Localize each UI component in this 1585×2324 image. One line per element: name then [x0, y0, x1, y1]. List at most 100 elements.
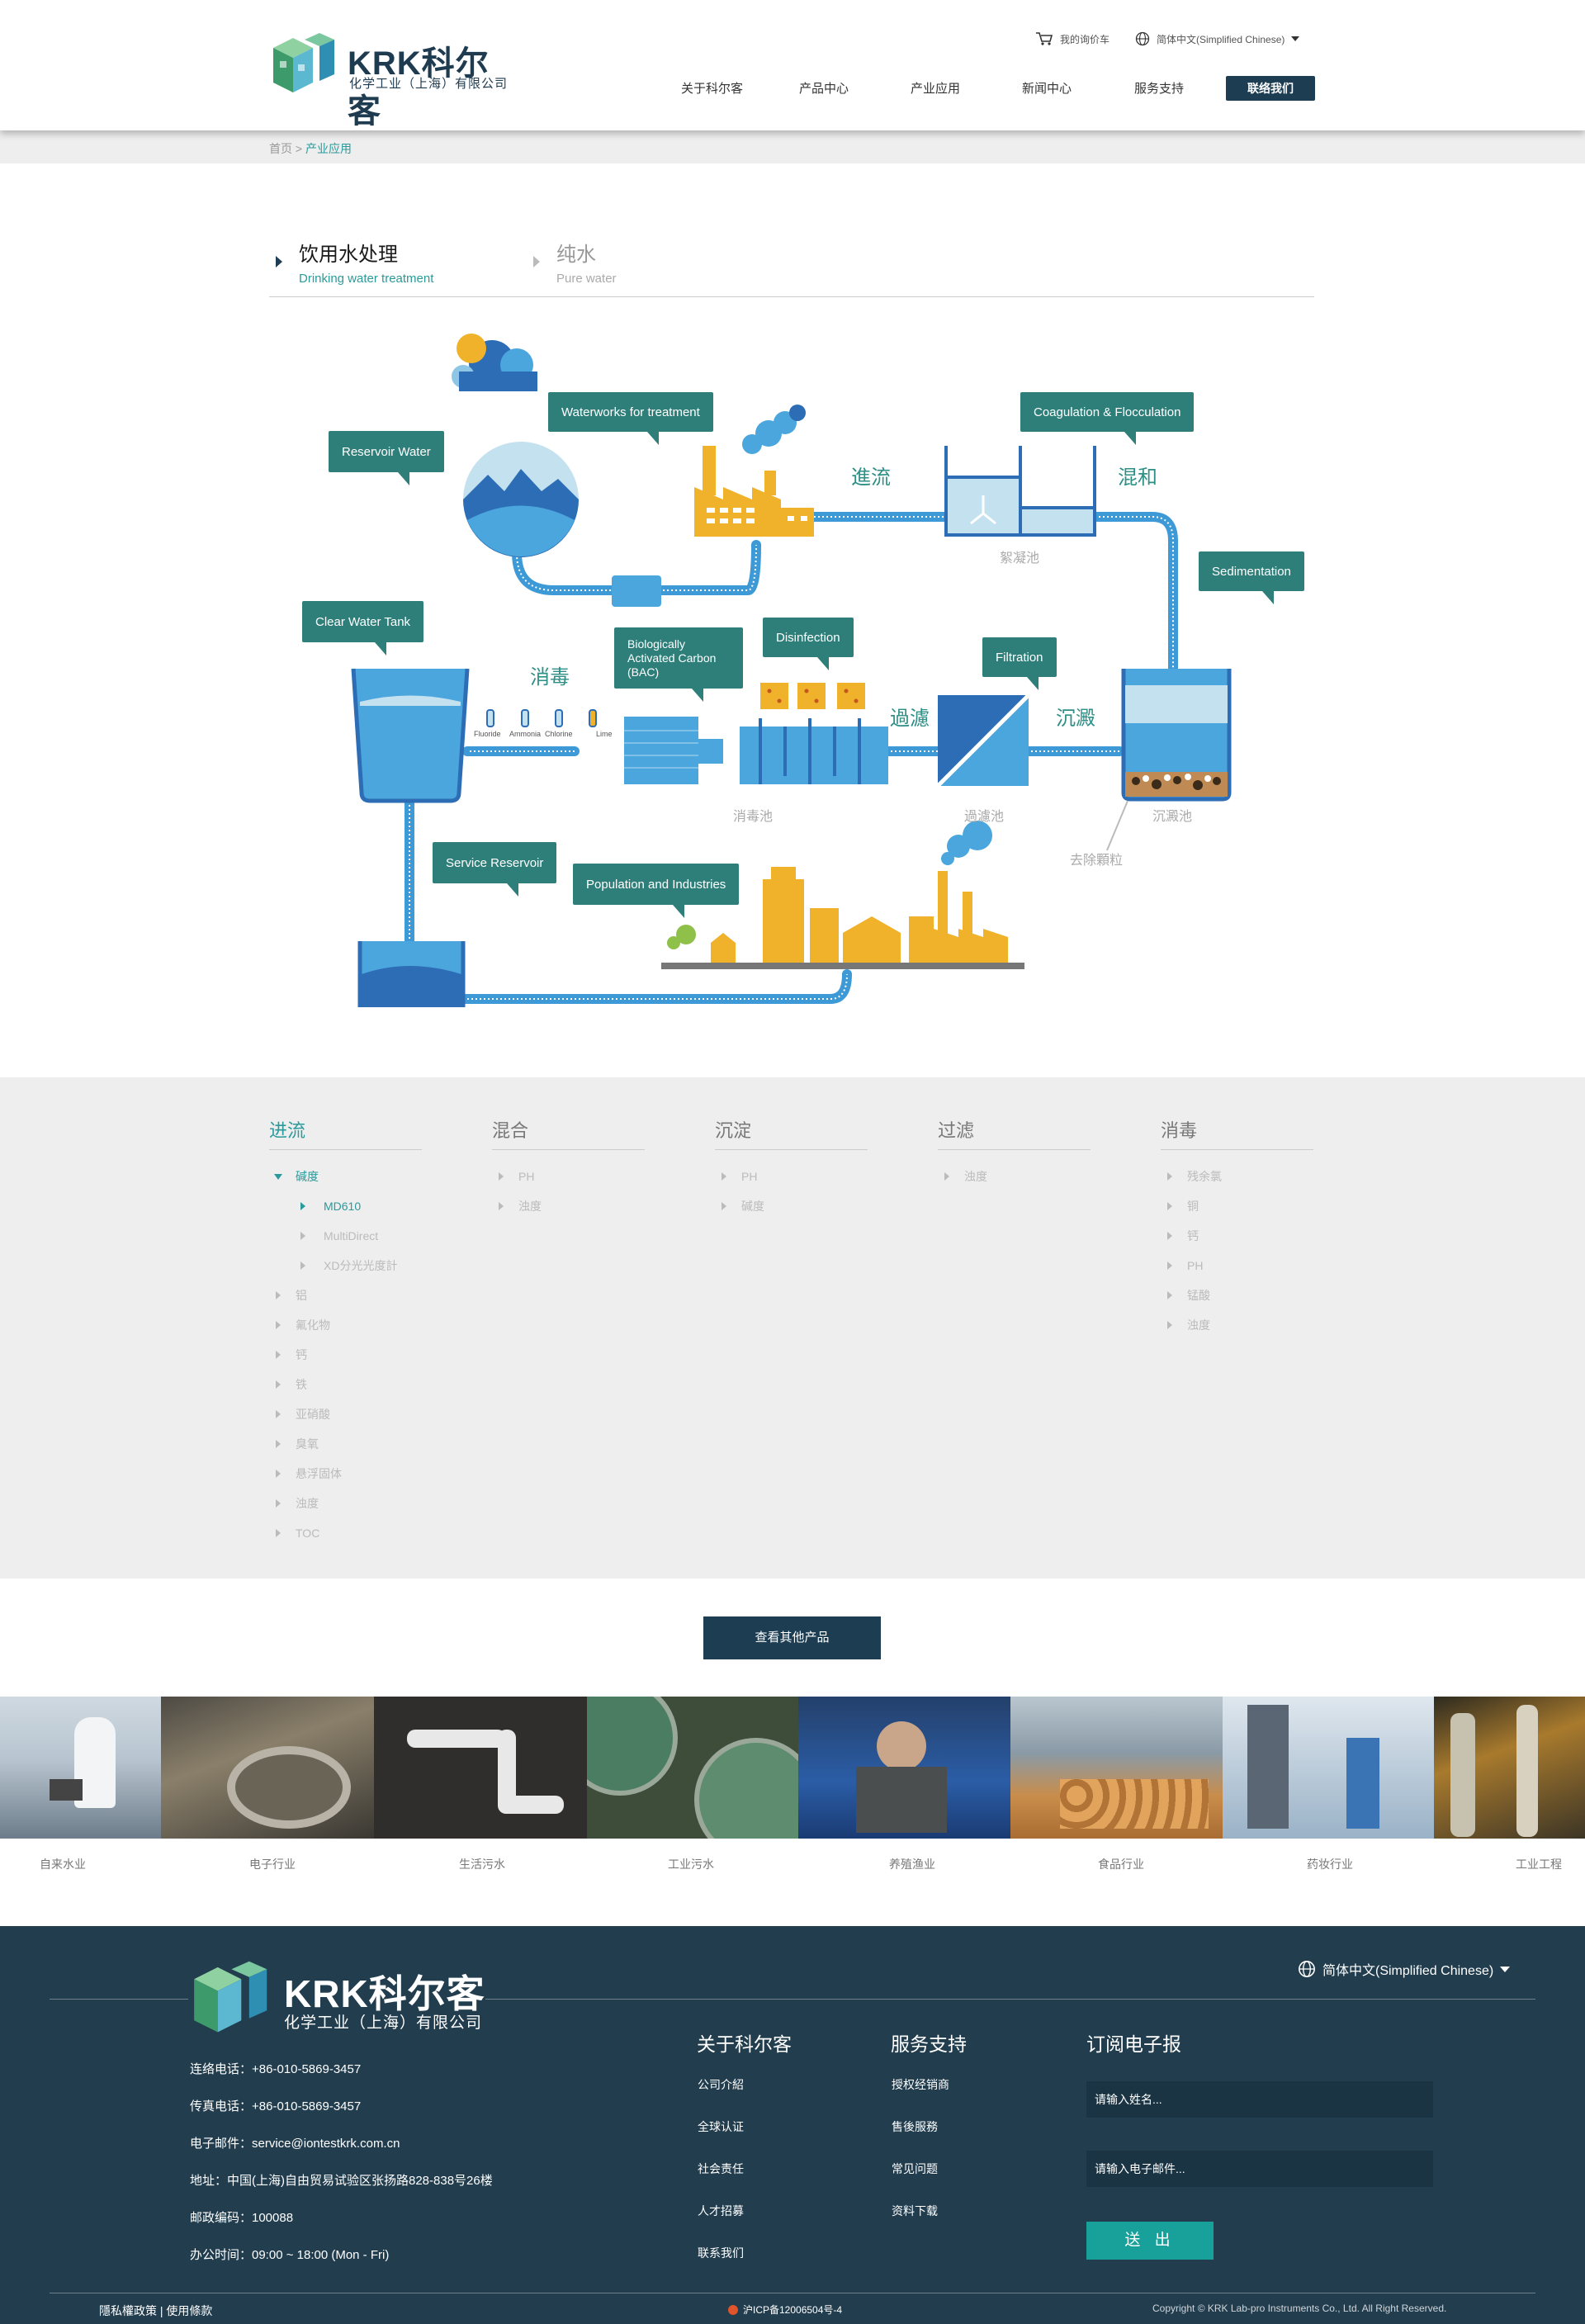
tree-column-heading[interactable]: 消毒 [1161, 1116, 1313, 1150]
pool-floc-label: 絮凝池 [1000, 551, 1040, 566]
nav-about[interactable]: 关于科尔客 [681, 79, 743, 97]
industry-label[interactable]: 工业工程 [1516, 1856, 1562, 1872]
footer-icp: 沪ICP备12006504号-4 [728, 2303, 842, 2317]
tree-item[interactable]: 浊度 [492, 1191, 645, 1221]
tree-item[interactable]: 碱度 [715, 1191, 868, 1221]
footer-address: 地址：中国(上海)自由贸易试验区张扬路828-838号26楼 [190, 2174, 493, 2188]
footer-link-faq[interactable]: 常见问题 [892, 2161, 938, 2177]
industry-label[interactable]: 养殖渔业 [889, 1856, 935, 1872]
newsletter-email-input[interactable] [1086, 2151, 1433, 2187]
view-more-products-button[interactable]: 查看其他产品 [703, 1616, 881, 1659]
tree-item[interactable]: 浊度 [1161, 1310, 1313, 1340]
industry-photo-water[interactable] [0, 1697, 161, 1839]
footer-link-downloads[interactable]: 资料下载 [892, 2203, 938, 2219]
footer-logo[interactable]: KRK科尔客 化学工业（上海）有限公司 [188, 1959, 485, 2042]
tree-item[interactable]: 氟化物 [269, 1310, 422, 1340]
tree-item[interactable]: 钙 [269, 1340, 422, 1370]
industry-photo-industrial-sewage[interactable] [587, 1697, 798, 1839]
industry-label[interactable]: 电子行业 [249, 1856, 296, 1872]
nav-applications[interactable]: 产业应用 [911, 79, 960, 97]
cart-link[interactable]: 我的询价车 [1035, 31, 1110, 46]
industry-photo-food[interactable] [1010, 1697, 1223, 1839]
tree-item[interactable]: 锰酸 [1161, 1280, 1313, 1310]
remove-particles-label: 去除顆粒 [1070, 854, 1124, 868]
language-select[interactable]: 简体中文(Simplified Chinese) [1135, 31, 1300, 46]
tree-column-heading[interactable]: 进流 [269, 1116, 422, 1150]
application-tabs: 饮用水处理 Drinking water treatment 纯水 Pure w… [269, 238, 1314, 297]
newsletter-submit-button[interactable]: 送 出 [1086, 2222, 1214, 2260]
footer-link-contact[interactable]: 联系我们 [698, 2245, 744, 2261]
cart-icon [1036, 32, 1053, 45]
footer-policy-links[interactable]: 隱私權政策 | 使用條款 [99, 2303, 212, 2319]
tree-item[interactable]: 悬浮固体 [269, 1459, 422, 1489]
tab-drinking-water[interactable]: 饮用水处理 Drinking water treatment [299, 238, 433, 286]
tree-item[interactable]: PH [1161, 1251, 1313, 1280]
industry-photo-engineering[interactable] [1434, 1697, 1585, 1839]
tree-item[interactable]: 铁 [269, 1370, 422, 1399]
industry-label[interactable]: 药妆行业 [1307, 1856, 1353, 1872]
tree-item[interactable]: 浊度 [269, 1489, 422, 1518]
tab-active-arrow-icon [276, 256, 282, 267]
footer-link-company[interactable]: 公司介紹 [698, 2076, 744, 2093]
tree-list: 浊度 [938, 1162, 1091, 1191]
callout-coagulation: Coagulation & Flocculation [1020, 392, 1195, 445]
chem-ammonia-label: Ammonia [509, 730, 542, 738]
nav-news[interactable]: 新闻中心 [1022, 79, 1072, 97]
industry-photo-fishery[interactable] [798, 1697, 1010, 1839]
tree-item[interactable]: 碱度 [269, 1162, 422, 1191]
industry-label[interactable]: 工业污水 [668, 1856, 714, 1872]
tree-item[interactable]: 亚硝酸 [269, 1399, 422, 1429]
tree-item[interactable]: 残余氯 [1161, 1162, 1313, 1191]
industry-label[interactable]: 自来水业 [40, 1856, 86, 1872]
industry-photo-electronics[interactable] [161, 1697, 374, 1839]
main-nav: 关于科尔客 产品中心 产业应用 新闻中心 服务支持 联络我们 [0, 76, 1585, 101]
industry-label[interactable]: 生活污水 [459, 1856, 505, 1872]
tree-item[interactable]: PH [492, 1162, 645, 1191]
industry-photo-sewage[interactable] [374, 1697, 587, 1839]
footer-link-dealers[interactable]: 授权经销商 [892, 2076, 949, 2093]
callout-sedimentation: Sedimentation [1199, 551, 1304, 604]
tree-item[interactable]: TOC [269, 1518, 422, 1548]
footer-language-select[interactable]: 简体中文(Simplified Chinese) [1298, 1959, 1511, 1979]
industry-label[interactable]: 食品行业 [1098, 1856, 1144, 1872]
breadcrumb-home[interactable]: 首页 [269, 142, 292, 155]
footer-link-careers[interactable]: 人才招募 [698, 2203, 744, 2219]
contact-us-button[interactable]: 联络我们 [1226, 76, 1315, 101]
footer-link-certification[interactable]: 全球认证 [698, 2118, 744, 2135]
police-badge-icon [728, 2304, 738, 2315]
footer-email[interactable]: 电子邮件：service@iontestkrk.com.cn [190, 2134, 400, 2151]
tree-item[interactable]: 臭氧 [269, 1429, 422, 1459]
tree-item[interactable]: 浊度 [938, 1162, 1091, 1191]
footer-fax: 传真电话：+86-010-5869-3457 [190, 2099, 362, 2113]
tree-column-heading[interactable]: 混合 [492, 1116, 645, 1150]
tree-column: 沉淀 PH 碱度 [715, 1116, 868, 1221]
callout-waterworks: Waterworks for treatment [548, 392, 713, 445]
cart-label: 我的询价车 [1060, 33, 1110, 45]
footer-copyright: Copyright © KRK Lab-pro Instruments Co.,… [1152, 2303, 1447, 2314]
tree-subitem[interactable]: MultiDirect [269, 1221, 422, 1251]
tree-column-heading[interactable]: 过滤 [938, 1116, 1091, 1150]
newsletter-heading: 订阅电子报 [1086, 2033, 1181, 2055]
nav-products[interactable]: 产品中心 [799, 79, 849, 97]
site-footer: KRK科尔客 化学工业（上海）有限公司 简体中文(Simplified Chin… [0, 1926, 1585, 2324]
tree-item[interactable]: 钙 [1161, 1221, 1313, 1251]
chem-chlorine-label: Chlorine [545, 730, 573, 738]
tree-item[interactable]: 铜 [1161, 1191, 1313, 1221]
callout-reservoir-water: Reservoir Water [329, 431, 444, 485]
industry-photo-cosmetics[interactable] [1223, 1697, 1434, 1839]
callout-filtration: Filtration [982, 637, 1057, 690]
footer-link-responsibility[interactable]: 社会责任 [698, 2161, 744, 2177]
newsletter-name-input[interactable] [1086, 2081, 1433, 2118]
tab-pure-water[interactable]: 纯水 Pure water [556, 238, 617, 286]
tree-item[interactable]: PH [715, 1162, 868, 1191]
tab-title: 饮用水处理 [299, 244, 398, 266]
tree-subitem[interactable]: XD分光光度計 [269, 1251, 422, 1280]
nav-support[interactable]: 服务支持 [1134, 79, 1184, 97]
tree-column: 混合 PH 浊度 [492, 1116, 645, 1221]
stage-disinfect-label: 消毒 [530, 666, 570, 689]
callout-population: Population and Industries [573, 864, 740, 918]
tree-column-heading[interactable]: 沉淀 [715, 1116, 868, 1150]
tree-subitem[interactable]: MD610 [269, 1191, 422, 1221]
footer-link-after-sales[interactable]: 售後服務 [892, 2118, 938, 2135]
tree-item[interactable]: 铝 [269, 1280, 422, 1310]
